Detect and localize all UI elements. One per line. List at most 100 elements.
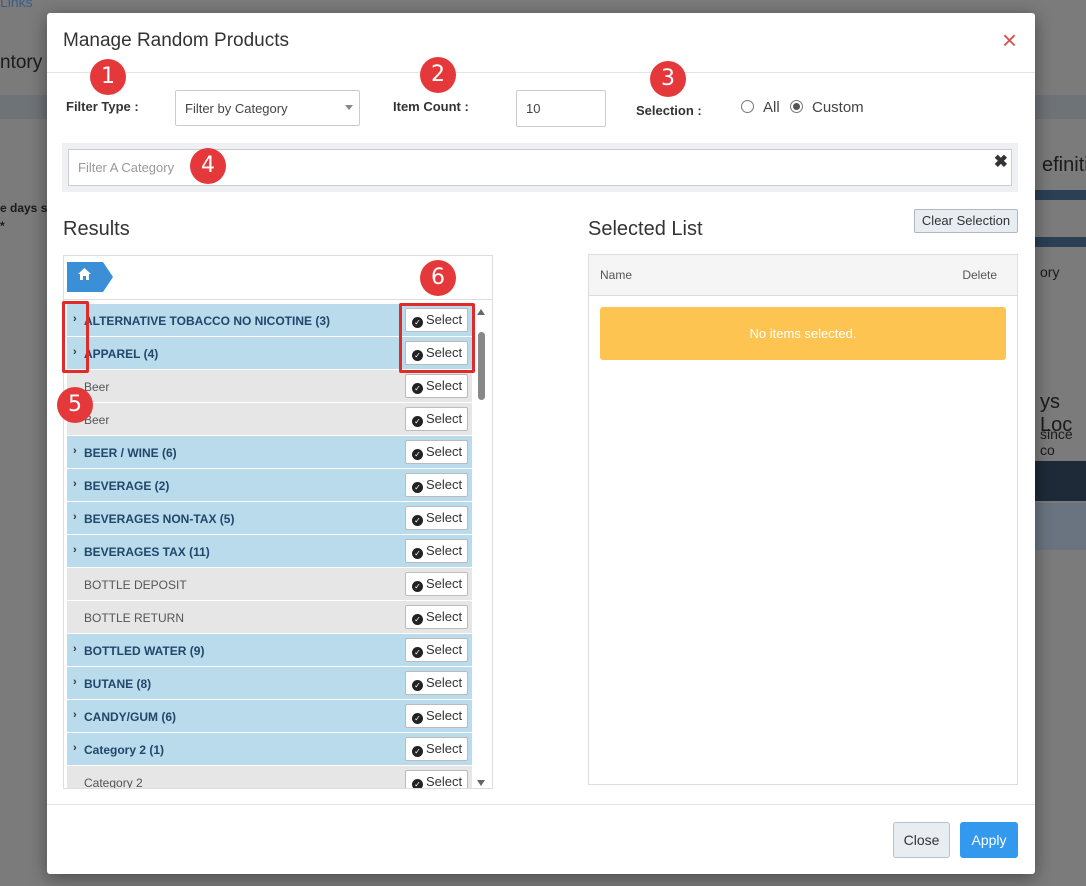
selection-custom-radio[interactable] — [790, 100, 803, 113]
category-row[interactable]: › CANDY/GUM (6) ✓ Select — [67, 700, 472, 733]
annotation-badge-6: 6 — [420, 260, 456, 296]
check-circle-icon: ✓ — [412, 680, 423, 691]
item-row: BOTTLE DEPOSIT ✓ Select — [67, 568, 472, 601]
chevron-right-icon[interactable]: › — [73, 445, 77, 457]
scroll-thumb[interactable] — [478, 332, 485, 400]
column-header-delete: Delete — [962, 268, 997, 282]
close-button[interactable]: Close — [893, 822, 950, 858]
bg-right-bar-1 — [1035, 190, 1086, 200]
item-row: Category 2 ✓ Select — [67, 766, 472, 789]
check-circle-icon: ✓ — [412, 482, 423, 493]
close-icon[interactable]: × — [1002, 27, 1017, 53]
selection-label: Selection : — [636, 103, 702, 118]
clear-selection-button[interactable]: Clear Selection — [914, 209, 1018, 233]
item-row: Beer ✓ Select — [67, 403, 472, 436]
item-count-input[interactable]: 10 — [516, 90, 606, 127]
select-button[interactable]: ✓ Select — [405, 374, 468, 398]
category-row[interactable]: › BEVERAGE (2) ✓ Select — [67, 469, 472, 502]
select-button[interactable]: ✓ Select — [405, 572, 468, 596]
bg-right-title: efinitio — [1042, 154, 1086, 176]
selection-custom-label[interactable]: Custom — [812, 99, 864, 116]
row-label: BOTTLE DEPOSIT — [84, 578, 187, 592]
check-circle-icon: ✓ — [412, 383, 423, 394]
select-button-label: Select — [426, 675, 463, 690]
annotation-badge-3: 3 — [650, 61, 686, 97]
check-circle-icon: ✓ — [412, 449, 423, 460]
select-button-label: Select — [426, 642, 463, 657]
column-header-name: Name — [600, 268, 633, 282]
selected-list-title: Selected List — [588, 218, 703, 240]
check-circle-icon: ✓ — [412, 416, 423, 427]
select-button[interactable]: ✓ Select — [405, 671, 468, 695]
category-row[interactable]: › BOTTLED WATER (9) ✓ Select — [67, 634, 472, 667]
filter-type-select[interactable]: Filter by Category — [175, 90, 360, 126]
select-button[interactable]: ✓ Select — [405, 473, 468, 497]
row-label: BEVERAGE (2) — [84, 479, 170, 493]
item-row: Beer ✓ Select — [67, 370, 472, 403]
row-label: BOTTLE RETURN — [84, 611, 185, 625]
bg-left-title: ntory — [0, 52, 43, 73]
row-label: BOTTLED WATER (9) — [84, 644, 205, 658]
annotation-badge-5: 5 — [57, 387, 93, 423]
chevron-down-icon — [345, 105, 353, 110]
chevron-right-icon[interactable]: › — [73, 544, 77, 556]
category-row[interactable]: › BEVERAGES NON-TAX (5) ✓ Select — [67, 502, 472, 535]
select-button[interactable]: ✓ Select — [405, 539, 468, 563]
select-button[interactable]: ✓ Select — [405, 506, 468, 530]
breadcrumb-home[interactable] — [67, 262, 113, 292]
bg-right-text-1: ory — [1040, 264, 1060, 280]
chevron-right-icon[interactable]: › — [73, 709, 77, 721]
row-label: Category 2 (1) — [84, 743, 165, 757]
chevron-right-icon[interactable]: › — [73, 742, 77, 754]
check-circle-icon: ✓ — [412, 713, 423, 724]
select-button-label: Select — [426, 543, 463, 558]
apply-button[interactable]: Apply — [960, 822, 1018, 858]
select-button[interactable]: ✓ Select — [405, 605, 468, 629]
select-button[interactable]: ✓ Select — [405, 704, 468, 728]
category-row[interactable]: › BEVERAGES TAX (11) ✓ Select — [67, 535, 472, 568]
category-row[interactable]: › BEER / WINE (6) ✓ Select — [67, 436, 472, 469]
select-button-label: Select — [426, 576, 463, 591]
selection-all-radio[interactable] — [741, 100, 754, 113]
select-button-label: Select — [426, 378, 463, 393]
filter-type-label: Filter Type : — [66, 99, 139, 114]
row-label: Category 2 — [84, 776, 143, 789]
row-label: APPAREL (4) — [84, 347, 159, 361]
clear-filter-icon[interactable]: ✖ — [994, 152, 1008, 172]
category-row[interactable]: › BUTANE (8) ✓ Select — [67, 667, 472, 700]
chevron-right-icon[interactable]: › — [73, 511, 77, 523]
scroll-up-arrow-icon[interactable] — [477, 309, 485, 315]
bg-right-block-1 — [1035, 461, 1086, 501]
check-circle-icon: ✓ — [412, 779, 423, 788]
check-circle-icon: ✓ — [412, 548, 423, 559]
no-items-alert: No items selected. — [600, 307, 1006, 360]
selection-all-label[interactable]: All — [763, 99, 780, 116]
row-label: ALTERNATIVE TOBACCO NO NICOTINE (3) — [84, 314, 330, 328]
chevron-right-icon[interactable]: › — [73, 643, 77, 655]
chevron-right-icon[interactable]: › — [73, 478, 77, 490]
select-button[interactable]: ✓ Select — [405, 737, 468, 761]
annotation-highlight-expand-arrows — [62, 301, 89, 373]
results-scrollbar[interactable] — [474, 304, 489, 788]
modal-header: Manage Random Products × — [47, 13, 1035, 73]
check-circle-icon: ✓ — [412, 581, 423, 592]
category-row[interactable]: › Category 2 (1) ✓ Select — [67, 733, 472, 766]
select-button[interactable]: ✓ Select — [405, 407, 468, 431]
select-button[interactable]: ✓ Select — [405, 440, 468, 464]
chevron-right-icon[interactable]: › — [73, 676, 77, 688]
bg-links-text: Links — [0, 0, 33, 10]
select-button-label: Select — [426, 411, 463, 426]
bg-left-text-2: * — [0, 219, 5, 233]
select-button-label: Select — [426, 477, 463, 492]
row-label: BEER / WINE (6) — [84, 446, 177, 460]
select-button[interactable]: ✓ Select — [405, 638, 468, 662]
bg-right-bar-2 — [1035, 237, 1086, 247]
manage-random-products-modal: Manage Random Products × Filter Type : F… — [47, 13, 1035, 874]
scroll-down-arrow-icon[interactable] — [477, 780, 485, 786]
selected-list-header: Name Delete — [589, 255, 1017, 296]
selected-list-panel: Name Delete No items selected. — [588, 254, 1018, 785]
select-button[interactable]: ✓ Select — [405, 770, 468, 788]
results-list: › ALTERNATIVE TOBACCO NO NICOTINE (3) ✓ Sel… — [67, 304, 472, 789]
item-count-label: Item Count : — [393, 99, 469, 114]
modal-title: Manage Random Products — [63, 30, 290, 51]
